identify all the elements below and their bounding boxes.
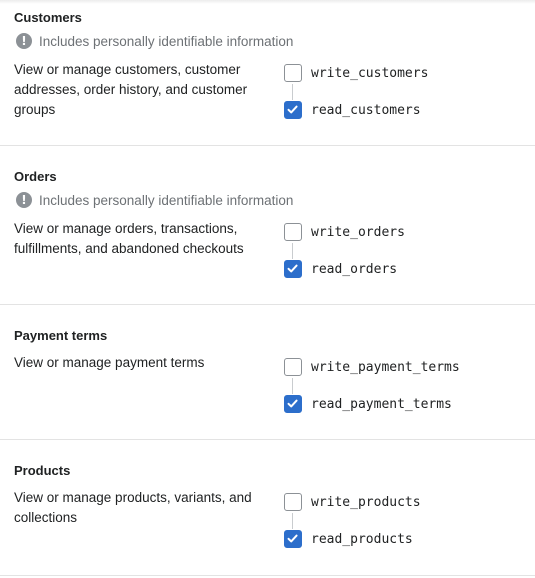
read-orders-checkbox[interactable] — [284, 260, 302, 278]
scope-read-payment-terms[interactable]: read_payment_terms — [284, 395, 452, 413]
scope-connector — [292, 84, 293, 100]
write-customers-checkbox[interactable] — [284, 64, 302, 82]
checkmark-icon — [287, 399, 298, 408]
scope-connector — [292, 378, 293, 394]
scope-label: write_orders — [311, 224, 405, 240]
checkmark-icon — [287, 105, 298, 114]
info-exclamation-icon: ! — [16, 192, 32, 208]
scope-section-products: Products View or manage products, varian… — [0, 440, 535, 576]
section-title: Products — [14, 463, 71, 478]
section-title: Orders — [14, 169, 57, 184]
read-customers-checkbox[interactable] — [284, 101, 302, 119]
read-products-checkbox[interactable] — [284, 530, 302, 548]
scope-connector — [292, 243, 293, 259]
section-description: View or manage payment terms — [14, 355, 205, 370]
scope-write-products[interactable]: write_products — [284, 493, 421, 511]
pii-notice: ! Includes personally identifiable infor… — [16, 32, 293, 50]
section-description: View or manage customers, customer addre… — [14, 62, 248, 117]
read-payment-terms-checkbox[interactable] — [284, 395, 302, 413]
scope-read-products[interactable]: read_products — [284, 530, 413, 548]
scope-label: read_orders — [311, 261, 398, 277]
scope-label: write_products — [311, 494, 421, 510]
write-payment-terms-checkbox[interactable] — [284, 358, 302, 376]
checkmark-icon — [287, 264, 298, 273]
scope-label: write_payment_terms — [311, 359, 460, 375]
scope-read-customers[interactable]: read_customers — [284, 101, 421, 119]
scope-section-payment-terms: Payment terms View or manage payment ter… — [0, 305, 535, 440]
scope-read-orders[interactable]: read_orders — [284, 260, 397, 278]
scope-write-customers[interactable]: write_customers — [284, 64, 428, 82]
section-description: View or manage products, variants, and c… — [14, 490, 252, 525]
section-description: View or manage orders, transactions, ful… — [14, 221, 244, 256]
scope-write-payment-terms[interactable]: write_payment_terms — [284, 358, 460, 376]
section-title: Payment terms — [14, 328, 108, 343]
pii-text: Includes personally identifiable informa… — [39, 192, 294, 208]
scope-label: read_products — [311, 531, 413, 547]
info-exclamation-icon: ! — [16, 33, 32, 49]
write-products-checkbox[interactable] — [284, 493, 302, 511]
scope-label: write_customers — [311, 65, 429, 81]
scope-label: read_payment_terms — [311, 396, 452, 412]
scope-section-customers: Customers ! Includes personally identifi… — [0, 0, 535, 146]
scope-connector — [292, 513, 293, 529]
scope-label: read_customers — [311, 102, 421, 118]
scope-write-orders[interactable]: write_orders — [284, 223, 405, 241]
pii-notice: ! Includes personally identifiable infor… — [16, 191, 293, 209]
checkmark-icon — [287, 534, 298, 543]
scope-section-orders: Orders ! Includes personally identifiabl… — [0, 146, 535, 305]
pii-text: Includes personally identifiable informa… — [39, 33, 294, 49]
section-title: Customers — [14, 10, 82, 25]
write-orders-checkbox[interactable] — [284, 223, 302, 241]
